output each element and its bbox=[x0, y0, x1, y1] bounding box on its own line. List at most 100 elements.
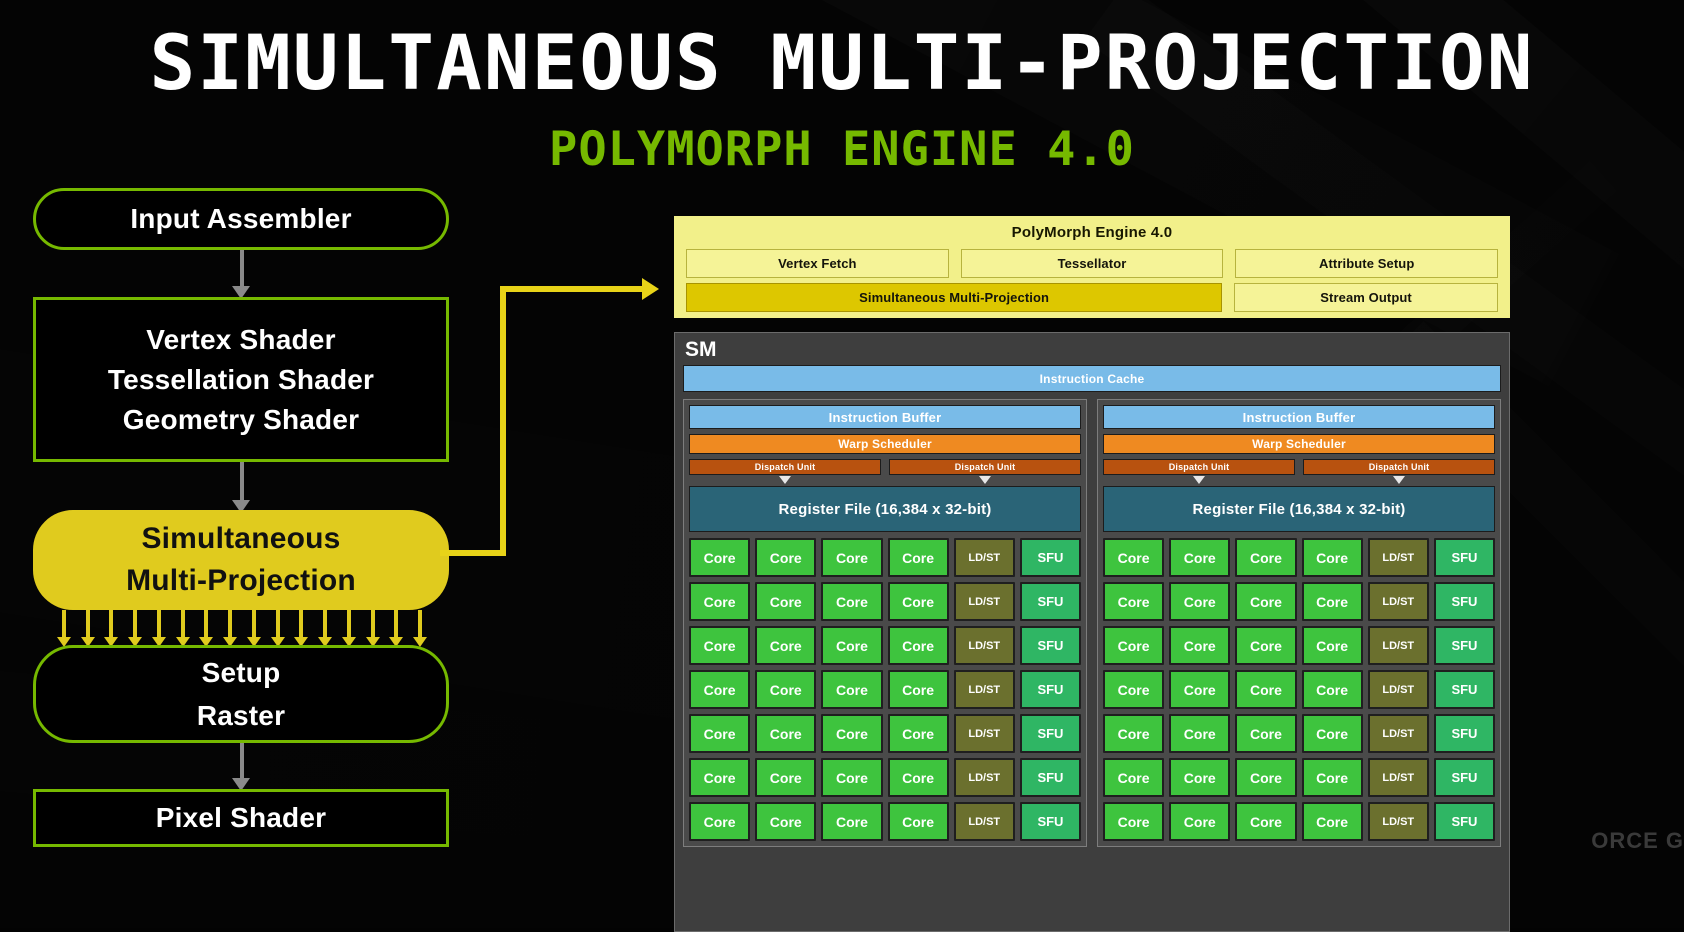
cuda-core-cell[interactable]: Core bbox=[1103, 714, 1165, 753]
sfu-cell[interactable]: SFU bbox=[1433, 670, 1496, 709]
cuda-core-cell[interactable]: Core bbox=[1103, 758, 1165, 797]
cuda-core-cell[interactable]: Core bbox=[1103, 582, 1165, 621]
cuda-core-cell[interactable]: Core bbox=[821, 582, 883, 621]
pipeline-connector bbox=[240, 743, 244, 781]
cuda-core-cell[interactable]: Core bbox=[1235, 758, 1297, 797]
sfu-cell[interactable]: SFU bbox=[1019, 802, 1082, 841]
cuda-core-cell[interactable]: Core bbox=[1235, 670, 1297, 709]
polymorph-engine-panel: PolyMorph Engine 4.0 Vertex Fetch Tessel… bbox=[674, 216, 1510, 318]
polymorph-block-stream-output[interactable]: Stream Output bbox=[1234, 283, 1498, 312]
sfu-cell[interactable]: SFU bbox=[1433, 582, 1496, 621]
cuda-core-cell[interactable]: Core bbox=[1169, 802, 1231, 841]
cuda-core-cell[interactable]: Core bbox=[1301, 714, 1363, 753]
sfu-cell[interactable]: SFU bbox=[1019, 714, 1082, 753]
ldst-cell[interactable]: LD/ST bbox=[953, 626, 1015, 665]
cuda-core-cell[interactable]: Core bbox=[755, 670, 817, 709]
execution-unit-row: Core Core Core Core LD/ST SFU bbox=[1103, 582, 1496, 621]
ldst-cell[interactable]: LD/ST bbox=[953, 582, 1015, 621]
cuda-core-cell[interactable]: Core bbox=[1169, 626, 1231, 665]
sfu-cell[interactable]: SFU bbox=[1433, 538, 1496, 577]
polymorph-block-vertex-fetch[interactable]: Vertex Fetch bbox=[686, 249, 949, 278]
execution-unit-row: Core Core Core Core LD/ST SFU bbox=[1103, 538, 1496, 577]
sfu-cell[interactable]: SFU bbox=[1433, 714, 1496, 753]
cuda-core-cell[interactable]: Core bbox=[689, 582, 751, 621]
ldst-cell[interactable]: LD/ST bbox=[953, 670, 1015, 709]
cuda-core-cell[interactable]: Core bbox=[1235, 582, 1297, 621]
cuda-core-cell[interactable]: Core bbox=[887, 802, 949, 841]
cuda-core-cell[interactable]: Core bbox=[821, 758, 883, 797]
cuda-core-cell[interactable]: Core bbox=[755, 714, 817, 753]
ldst-cell[interactable]: LD/ST bbox=[953, 538, 1015, 577]
cuda-core-cell[interactable]: Core bbox=[755, 582, 817, 621]
cuda-core-cell[interactable]: Core bbox=[689, 802, 751, 841]
cuda-core-cell[interactable]: Core bbox=[1235, 714, 1297, 753]
cuda-core-cell[interactable]: Core bbox=[821, 714, 883, 753]
cuda-core-cell[interactable]: Core bbox=[755, 802, 817, 841]
sfu-cell[interactable]: SFU bbox=[1019, 758, 1082, 797]
cuda-core-cell[interactable]: Core bbox=[1103, 626, 1165, 665]
sfu-cell[interactable]: SFU bbox=[1019, 582, 1082, 621]
cuda-core-cell[interactable]: Core bbox=[755, 538, 817, 577]
polymorph-block-attribute-setup[interactable]: Attribute Setup bbox=[1235, 249, 1499, 278]
cuda-core-cell[interactable]: Core bbox=[887, 538, 949, 577]
cuda-core-cell[interactable]: Core bbox=[1103, 670, 1165, 709]
cuda-core-cell[interactable]: Core bbox=[887, 714, 949, 753]
cuda-core-cell[interactable]: Core bbox=[1235, 626, 1297, 665]
cuda-core-cell[interactable]: Core bbox=[1301, 582, 1363, 621]
ldst-cell[interactable]: LD/ST bbox=[1367, 582, 1429, 621]
cuda-core-cell[interactable]: Core bbox=[821, 670, 883, 709]
ldst-cell[interactable]: LD/ST bbox=[1367, 626, 1429, 665]
cuda-core-cell[interactable]: Core bbox=[1301, 538, 1363, 577]
down-arrow-icon bbox=[779, 476, 791, 484]
ldst-cell[interactable]: LD/ST bbox=[1367, 802, 1429, 841]
sfu-cell[interactable]: SFU bbox=[1433, 758, 1496, 797]
cuda-core-cell[interactable]: Core bbox=[1103, 538, 1165, 577]
cuda-core-cell[interactable]: Core bbox=[821, 626, 883, 665]
cuda-core-cell[interactable]: Core bbox=[689, 714, 751, 753]
cuda-core-cell[interactable]: Core bbox=[887, 670, 949, 709]
pipeline-connector bbox=[240, 250, 244, 290]
ldst-cell[interactable]: LD/ST bbox=[1367, 538, 1429, 577]
cuda-core-cell[interactable]: Core bbox=[1235, 538, 1297, 577]
cuda-core-cell[interactable]: Core bbox=[887, 626, 949, 665]
cuda-core-cell[interactable]: Core bbox=[689, 626, 751, 665]
execution-unit-grid: Core Core Core Core LD/ST SFU Core Core Core Core… bbox=[1103, 538, 1496, 841]
ldst-cell[interactable]: LD/ST bbox=[1367, 758, 1429, 797]
pipeline-node-simultaneous-multi-projection: Simultaneous Multi-Projection bbox=[33, 510, 449, 610]
fan-arrow-stem bbox=[62, 610, 66, 638]
sfu-cell[interactable]: SFU bbox=[1019, 626, 1082, 665]
execution-unit-row: Core Core Core Core LD/ST SFU bbox=[689, 802, 1082, 841]
cuda-core-cell[interactable]: Core bbox=[821, 802, 883, 841]
ldst-cell[interactable]: LD/ST bbox=[953, 758, 1015, 797]
cuda-core-cell[interactable]: Core bbox=[1169, 670, 1231, 709]
cuda-core-cell[interactable]: Core bbox=[1169, 538, 1231, 577]
cuda-core-cell[interactable]: Core bbox=[689, 670, 751, 709]
sfu-cell[interactable]: SFU bbox=[1019, 670, 1082, 709]
sm-partitions: Instruction Buffer Warp Scheduler Dispatch… bbox=[683, 399, 1501, 847]
cuda-core-cell[interactable]: Core bbox=[1169, 582, 1231, 621]
sfu-cell[interactable]: SFU bbox=[1433, 802, 1496, 841]
sfu-cell[interactable]: SFU bbox=[1433, 626, 1496, 665]
cuda-core-cell[interactable]: Core bbox=[689, 538, 751, 577]
cuda-core-cell[interactable]: Core bbox=[1301, 802, 1363, 841]
ldst-cell[interactable]: LD/ST bbox=[953, 714, 1015, 753]
cuda-core-cell[interactable]: Core bbox=[689, 758, 751, 797]
polymorph-block-simultaneous-multi-projection[interactable]: Simultaneous Multi-Projection bbox=[686, 283, 1223, 312]
ldst-cell[interactable]: LD/ST bbox=[1367, 670, 1429, 709]
cuda-core-cell[interactable]: Core bbox=[1169, 758, 1231, 797]
cuda-core-cell[interactable]: Core bbox=[821, 538, 883, 577]
cuda-core-cell[interactable]: Core bbox=[1103, 802, 1165, 841]
polymorph-block-tessellator[interactable]: Tessellator bbox=[960, 249, 1224, 278]
ldst-cell[interactable]: LD/ST bbox=[1367, 714, 1429, 753]
cuda-core-cell[interactable]: Core bbox=[1169, 714, 1231, 753]
ldst-cell[interactable]: LD/ST bbox=[953, 802, 1015, 841]
cuda-core-cell[interactable]: Core bbox=[1235, 802, 1297, 841]
cuda-core-cell[interactable]: Core bbox=[1301, 758, 1363, 797]
cuda-core-cell[interactable]: Core bbox=[887, 582, 949, 621]
cuda-core-cell[interactable]: Core bbox=[755, 626, 817, 665]
sfu-cell[interactable]: SFU bbox=[1019, 538, 1082, 577]
cuda-core-cell[interactable]: Core bbox=[887, 758, 949, 797]
cuda-core-cell[interactable]: Core bbox=[755, 758, 817, 797]
cuda-core-cell[interactable]: Core bbox=[1301, 670, 1363, 709]
cuda-core-cell[interactable]: Core bbox=[1301, 626, 1363, 665]
